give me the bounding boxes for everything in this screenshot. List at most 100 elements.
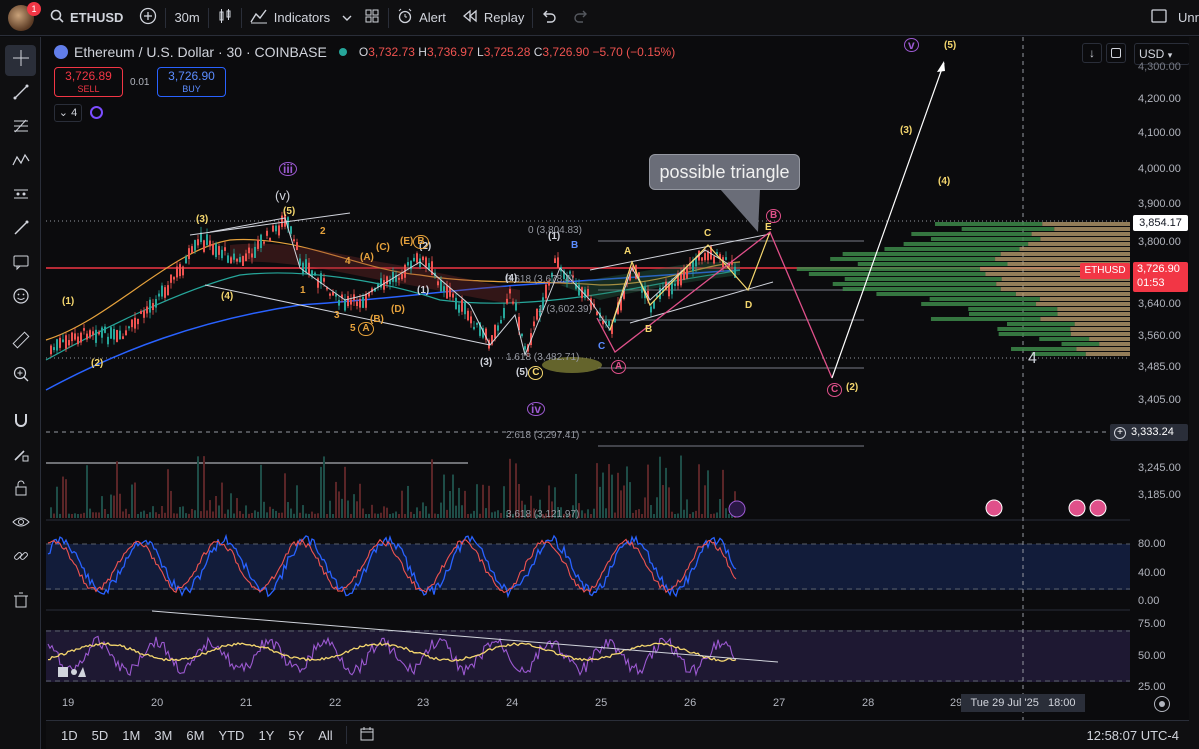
range-all[interactable]: All [311, 728, 339, 743]
price-tick: 4,100.00 [1138, 127, 1181, 139]
candle-body [68, 340, 70, 346]
refresh-icon[interactable] [90, 106, 103, 119]
wave-label: (5) [283, 206, 296, 217]
volume-bar [239, 511, 241, 518]
crosshair-price: 3,333.24 [1131, 426, 1174, 438]
volume-bar [644, 497, 646, 518]
range-1y[interactable]: 1Y [251, 728, 281, 743]
range-1m[interactable]: 1M [115, 728, 147, 743]
volume-bar [710, 513, 712, 518]
bar-countdown: 01:53 [1137, 277, 1165, 289]
rsi-tick: 50.00 [1138, 650, 1166, 662]
candle-body [356, 301, 358, 307]
chart-legend[interactable]: Ethereum / U.S. Dollar · 30 · COINBASE O… [54, 44, 675, 60]
range-3m[interactable]: 3M [147, 728, 179, 743]
last-price: 3,726.90 [1137, 263, 1180, 275]
volume-bar [80, 513, 82, 518]
volume-bar [272, 508, 274, 518]
wave-label: A [624, 246, 632, 257]
candle-body [92, 331, 94, 335]
candle-body [230, 257, 232, 264]
candle-body [272, 225, 274, 232]
volume-bar [161, 505, 163, 518]
price-chart[interactable] [0, 0, 1199, 749]
candle-body [152, 303, 154, 311]
volume-bar [584, 513, 586, 518]
volume-bar [122, 511, 124, 518]
candle-body [557, 257, 559, 268]
volume-bar [494, 511, 496, 518]
download-button[interactable]: ↓ [1082, 43, 1102, 63]
volume-bar [716, 512, 718, 518]
profile-bar [1040, 237, 1130, 241]
candle-body [305, 259, 307, 273]
candle-body [179, 264, 181, 277]
profile-bar [968, 312, 1058, 316]
profile-bar [1076, 347, 1130, 351]
legend-title: Ethereum / U.S. Dollar · 30 · COINBASE [74, 44, 327, 60]
range-5d[interactable]: 5D [85, 728, 116, 743]
volume-bar [638, 509, 640, 518]
volume-bar [407, 485, 409, 518]
time-tick: 27 [773, 697, 786, 709]
wave-label: (3) [900, 125, 913, 136]
profile-bar [1031, 352, 1086, 356]
candle-body [137, 318, 139, 325]
candle-body [338, 299, 340, 306]
goto-date-button[interactable] [353, 726, 381, 745]
possible-triangle-callout[interactable]: possible triangle [649, 154, 800, 190]
wave-label: D [745, 300, 753, 311]
candle-body [56, 339, 58, 351]
candle-body [197, 239, 199, 246]
settings-button[interactable] [1106, 43, 1126, 63]
volume-bar [650, 505, 652, 518]
volume-bar [194, 510, 196, 518]
candle-body [89, 330, 91, 338]
range-1d[interactable]: 1D [54, 728, 85, 743]
volume-bar [443, 474, 445, 518]
volume-bar [110, 494, 112, 518]
volume-bar [224, 513, 226, 518]
osc-tick: 40.00 [1138, 567, 1166, 579]
wave-label: B [645, 324, 653, 335]
range-6m[interactable]: 6M [179, 728, 211, 743]
volume-bar [248, 513, 250, 518]
range-5y[interactable]: 5Y [281, 728, 311, 743]
candle-body [473, 326, 475, 330]
volume-bar [269, 506, 271, 518]
volume-bar [68, 513, 70, 518]
price-tick: 4,200.00 [1138, 93, 1181, 105]
range-ytd[interactable]: YTD [211, 728, 251, 743]
wave-label: E [765, 222, 772, 233]
candle-body [506, 298, 508, 304]
volume-bar [71, 513, 73, 518]
volume-bar [401, 490, 403, 518]
volume-bar [86, 465, 88, 518]
crosshair-price-badge[interactable]: +3,333.24 [1110, 424, 1188, 441]
candle-body [437, 281, 439, 286]
volume-bar [635, 510, 637, 518]
candle-body [344, 299, 346, 311]
candle-body [134, 317, 136, 329]
wave-label: iv [527, 402, 546, 416]
clock[interactable]: 12:58:07 UTC-4 [1087, 728, 1180, 743]
sell-button[interactable]: 3,726.89 SELL [54, 67, 123, 97]
wave-label: 4 [345, 256, 351, 267]
axis-settings-button[interactable] [1154, 696, 1170, 712]
profile-bar [1099, 342, 1130, 346]
candle-body [302, 262, 304, 275]
candle-body [131, 319, 133, 328]
indicators-toggle[interactable]: ⌄ 4 [54, 104, 82, 122]
volume-bar [626, 466, 628, 518]
wave-label: (1) [417, 285, 430, 296]
volume-bar [113, 495, 115, 518]
candle-body [512, 301, 514, 304]
candle-body [290, 226, 292, 234]
ethereum-icon [54, 45, 68, 59]
buy-button[interactable]: 3,726.90 BUY [157, 67, 226, 97]
volume-bar [437, 513, 439, 518]
volume-bar [485, 508, 487, 518]
volume-bar [683, 509, 685, 518]
volume-bar [416, 507, 418, 518]
wave-label: (1) [62, 296, 75, 307]
